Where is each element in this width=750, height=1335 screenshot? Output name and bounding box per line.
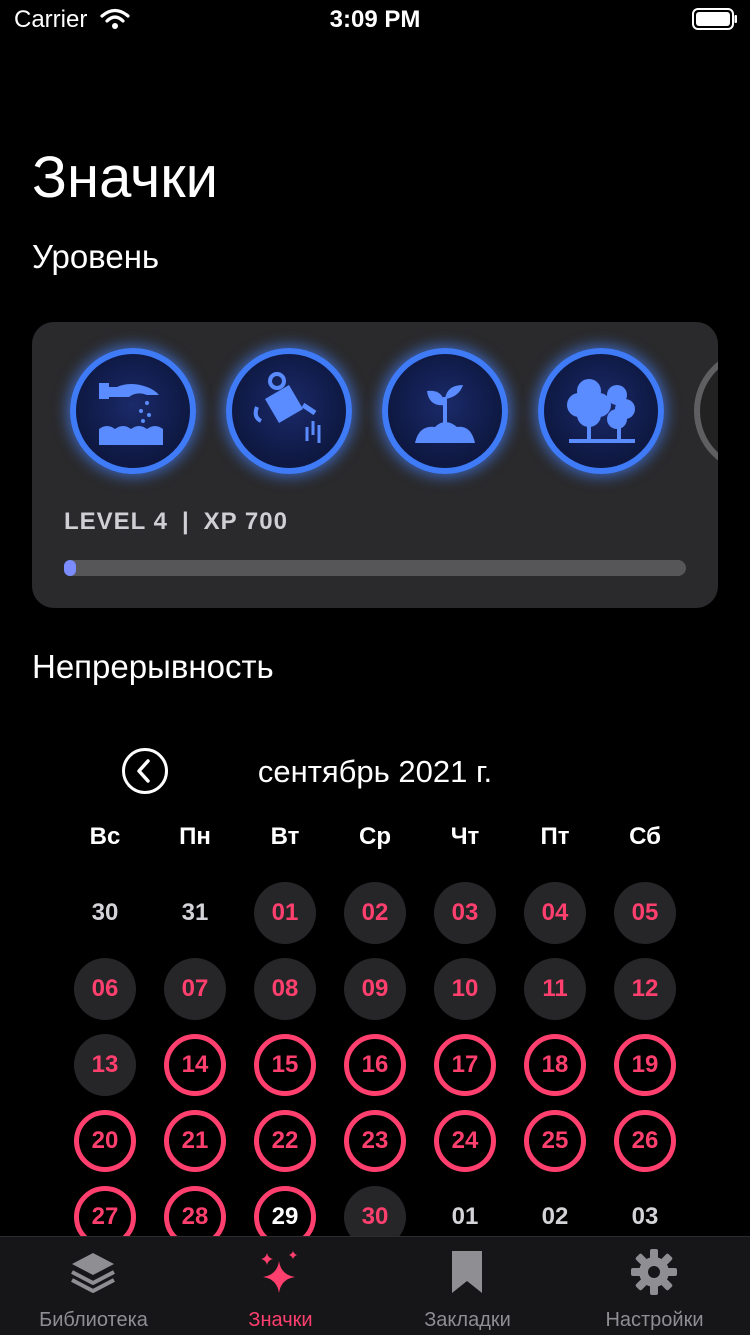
level-section-label: Уровень	[32, 238, 160, 275]
xp-progress-bar	[64, 560, 686, 576]
tab-library[interactable]: Библиотека	[0, 1237, 187, 1335]
tab-bookmarks[interactable]: Закладки	[374, 1237, 561, 1335]
calendar-month-title: сентябрь 2021 г.	[257, 754, 493, 789]
calendar-day[interactable]: 24	[434, 1110, 496, 1172]
tab-badges[interactable]: Значки	[187, 1237, 374, 1335]
calendar-day[interactable]: 01	[254, 882, 316, 944]
weekday-label: Пн	[179, 823, 211, 850]
calendar-day[interactable]: 14	[164, 1034, 226, 1096]
battery-icon	[692, 8, 738, 30]
weekday-label: Вс	[89, 823, 121, 850]
calendar-day[interactable]: 11	[524, 958, 586, 1020]
calendar-day[interactable]: 18	[524, 1034, 586, 1096]
calendar-day[interactable]: 08	[254, 958, 316, 1020]
tab-library-label: Библиотека	[39, 1309, 148, 1331]
calendar-day[interactable]: 17	[434, 1034, 496, 1096]
badge-locked[interactable]	[694, 348, 718, 474]
status-bar: Carrier 3:09 PM	[0, 0, 750, 40]
watering-can-icon	[253, 372, 321, 443]
gear-icon	[631, 1249, 677, 1295]
tab-bar: Библиотека Значки Закладки Настройки	[0, 1236, 750, 1335]
badge-sprout[interactable]	[382, 348, 508, 474]
calendar-day[interactable]: 20	[74, 1110, 136, 1172]
weekday-label: Чт	[450, 823, 480, 850]
xp-progress-fill	[64, 560, 76, 576]
tab-badges-label: Значки	[248, 1309, 313, 1331]
streak-section-label: Непрерывность	[32, 648, 274, 685]
calendar-day[interactable]: 31	[164, 882, 226, 944]
calendar-day[interactable]: 22	[254, 1110, 316, 1172]
bookmark-icon	[452, 1251, 482, 1293]
calendar-day[interactable]: 12	[614, 958, 676, 1020]
badge-watering[interactable]	[226, 348, 352, 474]
calendar-day[interactable]: 10	[434, 958, 496, 1020]
calendar-day[interactable]: 26	[614, 1110, 676, 1172]
badge-sowing[interactable]	[70, 348, 196, 474]
hand-sowing-seeds-icon	[99, 383, 163, 445]
calendar-day[interactable]: 19	[614, 1034, 676, 1096]
calendar-day[interactable]: 06	[74, 958, 136, 1020]
level-text: LEVEL 4	[64, 508, 168, 535]
calendar-day[interactable]: 09	[344, 958, 406, 1020]
level-card: LEVEL 4 | XP 700	[32, 322, 718, 608]
calendar-day[interactable]: 02	[344, 882, 406, 944]
calendar-day[interactable]: 30	[74, 882, 136, 944]
calendar-day[interactable]: 16	[344, 1034, 406, 1096]
sparkles-icon	[261, 1251, 297, 1293]
calendar-day[interactable]: 15	[254, 1034, 316, 1096]
calendar-day[interactable]: 23	[344, 1110, 406, 1172]
weekday-label: Вт	[270, 823, 300, 850]
calendar-day[interactable]: 04	[524, 882, 586, 944]
calendar-day[interactable]: 03	[434, 882, 496, 944]
tab-settings-label: Настройки	[605, 1309, 704, 1331]
clock: 3:09 PM	[329, 6, 421, 33]
layers-icon	[71, 1253, 115, 1293]
level-info: LEVEL 4 | XP 700	[64, 508, 288, 536]
tab-bookmarks-label: Закладки	[424, 1309, 511, 1331]
calendar-day[interactable]: 07	[164, 958, 226, 1020]
calendar-day[interactable]: 21	[164, 1110, 226, 1172]
weekday-label: Пт	[540, 823, 570, 850]
trees-icon	[567, 379, 635, 443]
sprout-icon	[415, 385, 475, 443]
xp-text: XP 700	[203, 508, 288, 535]
tab-settings[interactable]: Настройки	[561, 1237, 748, 1335]
calendar-day[interactable]: 25	[524, 1110, 586, 1172]
badge-trees[interactable]	[538, 348, 664, 474]
calendar-day[interactable]: 05	[614, 882, 676, 944]
level-separator: |	[181, 508, 190, 535]
page-title: Значки	[32, 145, 219, 210]
weekday-label: Ср	[359, 823, 391, 850]
calendar-day[interactable]: 13	[74, 1034, 136, 1096]
weekday-label: Сб	[629, 823, 661, 850]
